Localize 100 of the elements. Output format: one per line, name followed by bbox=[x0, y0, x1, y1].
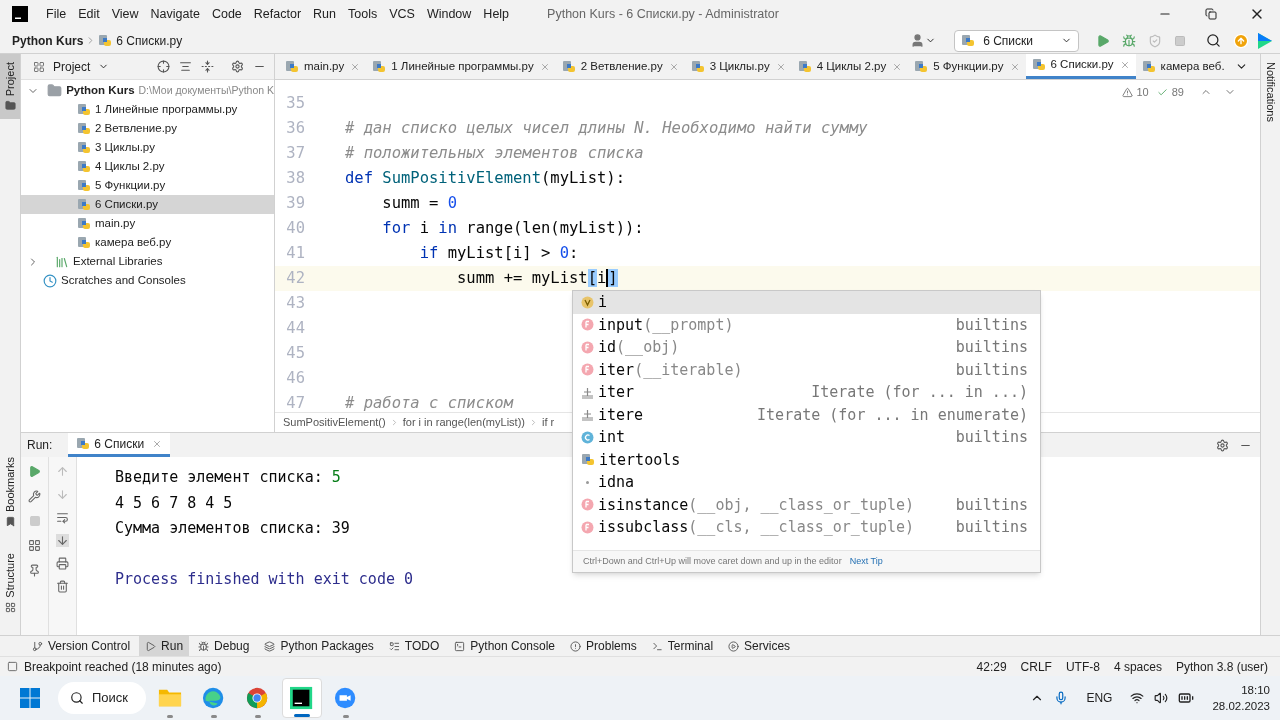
console-tab[interactable]: 6 Списки bbox=[68, 433, 171, 457]
tree-item[interactable]: main.py bbox=[21, 214, 274, 233]
menu-item[interactable]: Run bbox=[307, 4, 342, 24]
menu-item[interactable]: Navigate bbox=[144, 4, 206, 24]
tree-item[interactable]: 4 Циклы 2.py bbox=[21, 157, 274, 176]
tool-window-tab[interactable]: TODO bbox=[382, 636, 446, 656]
battery-icon[interactable] bbox=[1178, 690, 1195, 706]
completion-item[interactable]: isinstance(__obj, __class_or_tuple) builtins bbox=[573, 493, 1040, 516]
expand-all-icon[interactable] bbox=[179, 60, 192, 73]
wrench-icon[interactable] bbox=[28, 490, 41, 503]
completion-item[interactable]: itertools bbox=[573, 448, 1040, 471]
next-tip-link[interactable]: Next Tip bbox=[849, 554, 883, 569]
tree-item[interactable]: 5 Функции.py bbox=[21, 176, 274, 195]
close-tab-icon[interactable] bbox=[892, 61, 903, 72]
wifi-icon[interactable] bbox=[1130, 691, 1145, 705]
editor-tab[interactable]: 5 Функции.py bbox=[908, 54, 1026, 79]
tree-item[interactable]: 2 Ветвление.py bbox=[21, 119, 274, 138]
tree-item[interactable]: External Libraries bbox=[21, 252, 274, 271]
close-tab-icon[interactable] bbox=[775, 61, 786, 72]
close-tab-icon[interactable] bbox=[1009, 61, 1020, 72]
close-tab-icon[interactable] bbox=[152, 438, 163, 449]
notifications-tool-button[interactable]: Notifications bbox=[1262, 54, 1279, 130]
plugin-logo-icon[interactable] bbox=[1258, 32, 1272, 49]
menu-item[interactable]: Help bbox=[477, 4, 516, 24]
settings-icon[interactable] bbox=[231, 60, 244, 73]
collapse-all-icon[interactable] bbox=[201, 60, 214, 73]
editor-tab[interactable]: main.py bbox=[279, 54, 367, 79]
menu-item[interactable]: Code bbox=[205, 4, 248, 24]
breadcrumb-item[interactable]: Python Kurs bbox=[12, 31, 84, 50]
tool-window-tab[interactable]: Run bbox=[139, 636, 190, 656]
layout-icon[interactable] bbox=[28, 539, 41, 552]
scroll-to-end-icon[interactable] bbox=[56, 534, 69, 547]
tool-window-tab[interactable]: Debug bbox=[192, 636, 256, 656]
menu-item[interactable]: File bbox=[40, 4, 73, 24]
tool-window-tab[interactable]: Terminal bbox=[645, 636, 720, 656]
project-tool-button[interactable]: Project bbox=[0, 54, 20, 120]
close-tab-icon[interactable] bbox=[539, 61, 550, 72]
tool-window-tab[interactable]: Python Console bbox=[448, 636, 562, 656]
tree-item[interactable]: 3 Циклы.py bbox=[21, 138, 274, 157]
tree-item[interactable]: камера веб.py bbox=[21, 233, 274, 252]
taskbar-app-button[interactable] bbox=[282, 678, 322, 718]
completion-item[interactable]: i bbox=[573, 291, 1040, 314]
settings-icon[interactable] bbox=[1216, 438, 1229, 452]
code-breadcrumb-item[interactable]: for i in range(len(myList)) bbox=[402, 414, 525, 431]
structure-tool-button[interactable]: Structure bbox=[0, 545, 20, 621]
status-item[interactable]: CRLF bbox=[1020, 657, 1052, 676]
rerun-icon[interactable] bbox=[28, 465, 41, 478]
editor-tab[interactable]: 2 Ветвление.py bbox=[555, 54, 685, 79]
status-item[interactable]: UTF-8 bbox=[1065, 657, 1100, 676]
completion-item[interactable]: idna bbox=[573, 471, 1040, 494]
close-tab-icon[interactable] bbox=[1119, 60, 1130, 70]
volume-icon[interactable] bbox=[1154, 691, 1169, 705]
close-tab-icon[interactable] bbox=[350, 61, 361, 72]
tree-item[interactable]: Scratches and Consoles bbox=[21, 271, 274, 290]
bookmarks-tool-button[interactable]: Bookmarks bbox=[0, 449, 20, 536]
menu-item[interactable]: VCS bbox=[383, 4, 421, 24]
python-file-icon bbox=[77, 102, 91, 117]
print-icon[interactable] bbox=[56, 557, 69, 570]
menu-item[interactable]: Refactor bbox=[247, 4, 308, 24]
inspection-widget[interactable]: 10 89 bbox=[1121, 84, 1236, 101]
trash-icon[interactable] bbox=[56, 580, 69, 593]
completion-item[interactable]: input(__prompt) builtins bbox=[573, 313, 1040, 336]
close-tab-icon[interactable] bbox=[668, 61, 679, 72]
completion-item[interactable]: int builtins bbox=[573, 426, 1040, 449]
tool-window-tab[interactable]: Python Packages bbox=[258, 636, 380, 656]
menu-item[interactable]: Edit bbox=[72, 4, 106, 24]
editor-tab[interactable]: 3 Циклы.py bbox=[684, 54, 792, 79]
menu-item[interactable]: Tools bbox=[342, 4, 384, 24]
tool-window-tab[interactable]: Version Control bbox=[26, 636, 137, 656]
status-item[interactable]: Python 3.8 (user) bbox=[1175, 657, 1268, 676]
microphone-icon[interactable] bbox=[1054, 691, 1069, 705]
tree-item[interactable]: 1 Линейные программы.py bbox=[21, 100, 274, 119]
editor-tab[interactable]: 6 Списки.py bbox=[1025, 54, 1136, 79]
editor-tab[interactable]: 1 Линейные программы.py bbox=[366, 54, 556, 79]
completion-item[interactable]: iter Iterate (for ... in ...) bbox=[573, 381, 1040, 404]
language-indicator[interactable]: ENG bbox=[1086, 689, 1113, 707]
locate-icon[interactable] bbox=[157, 60, 170, 73]
clock[interactable]: 18:10 28.02.2023 bbox=[1212, 682, 1270, 714]
tree-item[interactable]: Python Kurs D:\Мои документы\Python K bbox=[21, 81, 274, 100]
breadcrumb-item[interactable]: 6 Списки.py bbox=[116, 31, 183, 50]
code-breadcrumb-item[interactable]: SumPositivElement() bbox=[283, 414, 386, 431]
editor-tab[interactable]: 4 Циклы 2.py bbox=[791, 54, 909, 79]
editor-tab[interactable]: камера веб. bbox=[1135, 54, 1231, 79]
completion-item[interactable]: issubclass(__cls, __class_or_tuple) builtins bbox=[573, 516, 1040, 539]
status-item[interactable]: 4 spaces bbox=[1113, 657, 1162, 676]
tree-item[interactable]: 6 Списки.py bbox=[21, 195, 274, 214]
user-menu-button[interactable] bbox=[910, 33, 937, 48]
tool-window-tab[interactable]: Services bbox=[722, 636, 797, 656]
code-breadcrumb-item[interactable]: if r bbox=[541, 414, 555, 431]
completion-item[interactable]: iter(__iterable) builtins bbox=[573, 358, 1040, 381]
taskbar-search-field[interactable]: Поиск bbox=[58, 682, 146, 714]
menu-item[interactable]: Window bbox=[420, 4, 478, 24]
completion-item[interactable]: id(__obj) builtins bbox=[573, 336, 1040, 359]
soft-wrap-icon[interactable] bbox=[56, 511, 69, 524]
status-item[interactable]: 42:29 bbox=[976, 657, 1007, 676]
run-configuration-dropdown[interactable]: 6 Списки bbox=[954, 29, 1079, 52]
completion-item[interactable]: itere Iterate (for ... in enumerate) bbox=[573, 403, 1040, 426]
tool-window-tab[interactable]: Problems bbox=[564, 636, 643, 656]
pin-icon[interactable] bbox=[28, 564, 41, 577]
menu-item[interactable]: View bbox=[105, 4, 145, 24]
